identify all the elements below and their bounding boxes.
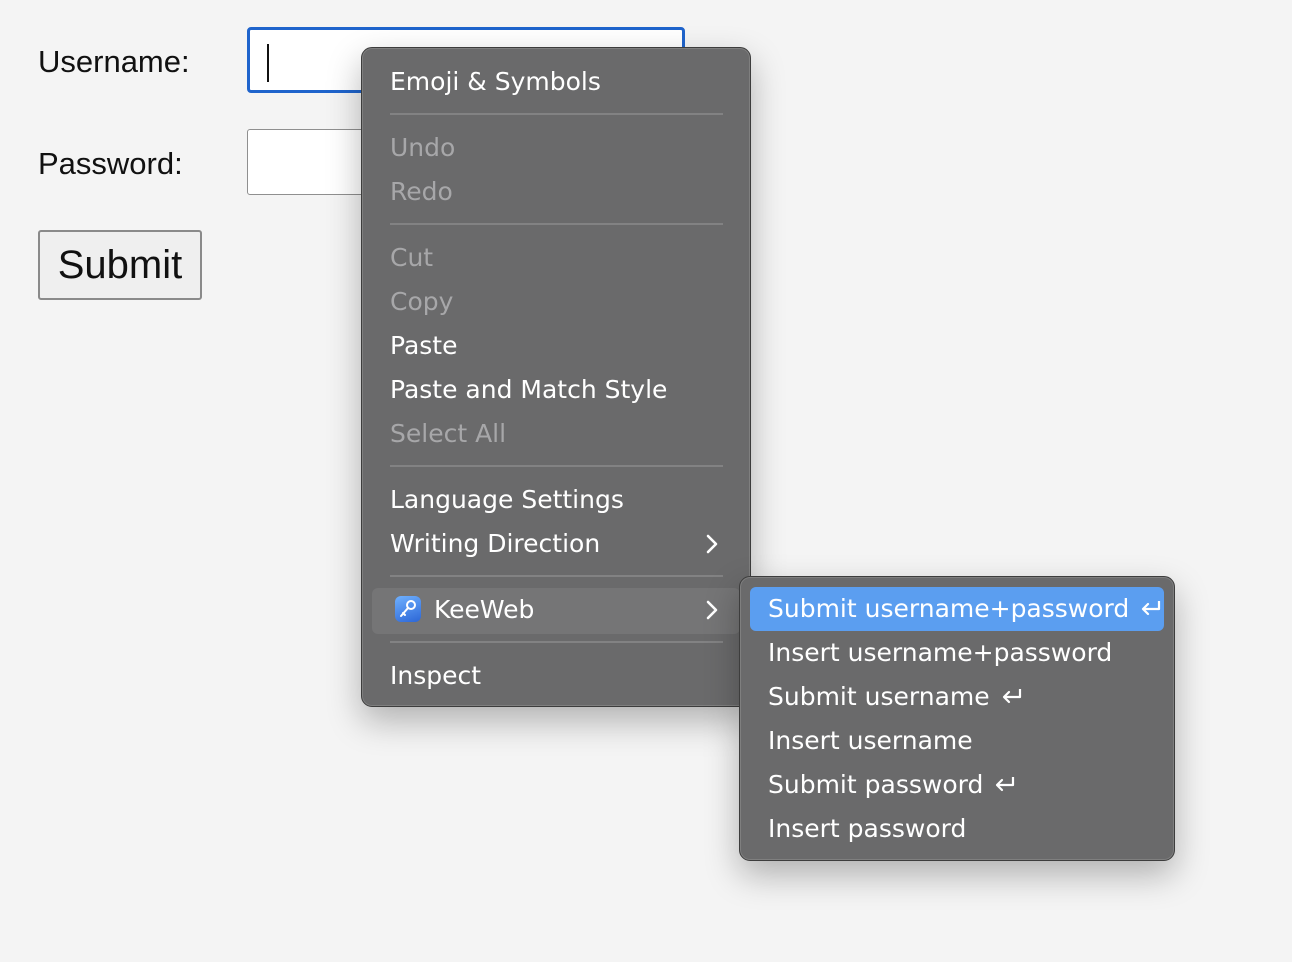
login-page: Username: Password: Submit Emoji & Symbo… [0, 0, 1292, 962]
chevron-right-icon [706, 600, 718, 620]
username-label: Username: [38, 44, 190, 79]
submenu-item-insert-username-password[interactable]: Insert username+password [768, 638, 1112, 668]
return-key-icon [1142, 601, 1161, 616]
menu-separator [390, 223, 723, 225]
menu-item-paste-match-style[interactable]: Paste and Match Style [390, 375, 667, 405]
submenu-item-label: Insert username+password [768, 638, 1113, 667]
text-caret [267, 44, 269, 82]
submenu-item-label: Insert username [768, 726, 973, 755]
submenu-item-label: Insert password [768, 814, 967, 843]
keeweb-key-icon [395, 596, 421, 622]
password-label: Password: [38, 146, 183, 181]
return-key-icon [1002, 689, 1021, 704]
menu-item-keeweb-hover[interactable] [372, 588, 740, 634]
menu-separator [390, 465, 723, 467]
menu-separator [390, 575, 723, 577]
submit-button[interactable]: Submit [38, 230, 202, 300]
menu-item-cut[interactable]: Cut [390, 243, 433, 273]
menu-item-emoji-symbols[interactable]: Emoji & Symbols [390, 67, 601, 97]
submenu-item-insert-username[interactable]: Insert username [768, 726, 973, 756]
submenu-item-label: Submit username+password [768, 594, 1130, 623]
menu-item-redo[interactable]: Redo [390, 177, 453, 207]
submenu-item-submit-username[interactable]: Submit username [768, 682, 1024, 712]
menu-item-paste[interactable]: Paste [390, 331, 457, 361]
keeweb-submenu: Submit username+password Insert username… [739, 576, 1175, 861]
menu-item-copy[interactable]: Copy [390, 287, 453, 317]
menu-item-undo[interactable]: Undo [390, 133, 455, 163]
return-key-icon [996, 777, 1015, 792]
context-menu: Emoji & Symbols Undo Redo Cut Copy Paste… [361, 47, 751, 707]
submenu-item-label: Submit username [768, 682, 990, 711]
menu-separator [390, 641, 723, 643]
chevron-right-icon [706, 534, 718, 554]
menu-item-inspect[interactable]: Inspect [390, 661, 481, 691]
submenu-item-submit-password[interactable]: Submit password [768, 770, 1017, 800]
submenu-item-submit-username-password[interactable]: Submit username+password [768, 594, 1163, 624]
menu-item-language-settings[interactable]: Language Settings [390, 485, 624, 515]
submenu-item-insert-password[interactable]: Insert password [768, 814, 966, 844]
menu-item-keeweb[interactable]: KeeWeb [434, 595, 534, 625]
menu-item-select-all[interactable]: Select All [390, 419, 506, 449]
menu-item-writing-direction[interactable]: Writing Direction [390, 529, 600, 559]
menu-separator [390, 113, 723, 115]
submenu-item-label: Submit password [768, 770, 984, 799]
